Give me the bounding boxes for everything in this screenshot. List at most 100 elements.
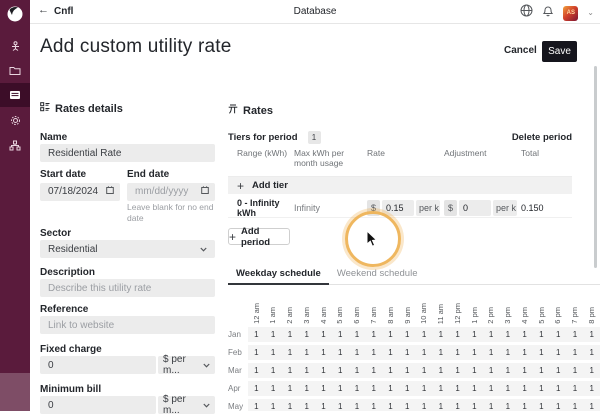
schedule-cell[interactable]: 1 xyxy=(248,363,265,378)
schedule-cell[interactable]: 1 xyxy=(466,363,483,378)
schedule-cell[interactable]: 1 xyxy=(382,381,399,396)
delete-period-button[interactable]: Delete period xyxy=(512,132,572,143)
schedule-cell[interactable]: 1 xyxy=(382,399,399,411)
schedule-cell[interactable]: 1 xyxy=(432,363,449,378)
minimum-bill-unit-select[interactable]: $ per m... xyxy=(158,396,215,414)
sidebar-item-database[interactable] xyxy=(0,83,30,107)
tab-weekend-schedule[interactable]: Weekend schedule xyxy=(329,264,426,285)
schedule-cell[interactable]: 1 xyxy=(533,345,550,360)
schedule-cell[interactable]: 1 xyxy=(466,327,483,342)
schedule-cell[interactable]: 1 xyxy=(365,381,382,396)
schedule-cell[interactable]: 1 xyxy=(248,399,265,411)
end-date-field[interactable] xyxy=(127,181,215,201)
schedule-cell[interactable]: 1 xyxy=(315,327,332,342)
app-logo-icon[interactable] xyxy=(7,6,23,22)
schedule-cell[interactable]: 1 xyxy=(533,381,550,396)
schedule-cell[interactable]: 1 xyxy=(466,345,483,360)
schedule-cell[interactable]: 1 xyxy=(583,399,600,411)
schedule-cell[interactable]: 1 xyxy=(483,399,500,411)
schedule-cell[interactable]: 1 xyxy=(332,381,349,396)
schedule-cell[interactable]: 1 xyxy=(298,363,315,378)
schedule-cell[interactable]: 1 xyxy=(265,399,282,411)
schedule-cell[interactable]: 1 xyxy=(399,327,416,342)
schedule-cell[interactable]: 1 xyxy=(298,381,315,396)
fixed-charge-input[interactable] xyxy=(40,356,156,374)
avatar[interactable]: AS xyxy=(563,6,578,21)
schedule-cell[interactable]: 1 xyxy=(365,399,382,411)
schedule-cell[interactable]: 1 xyxy=(282,363,299,378)
schedule-cell[interactable]: 1 xyxy=(416,363,433,378)
schedule-cell[interactable]: 1 xyxy=(332,345,349,360)
schedule-cell[interactable]: 1 xyxy=(516,363,533,378)
schedule-cell[interactable]: 1 xyxy=(282,327,299,342)
schedule-cell[interactable]: 1 xyxy=(567,363,584,378)
name-input[interactable] xyxy=(40,144,215,162)
schedule-cell[interactable]: 1 xyxy=(248,345,265,360)
schedule-cell[interactable]: 1 xyxy=(550,363,567,378)
schedule-cell[interactable]: 1 xyxy=(567,381,584,396)
schedule-cell[interactable]: 1 xyxy=(248,381,265,396)
add-tier-button[interactable]: + Add tier xyxy=(228,177,572,194)
schedule-cell[interactable]: 1 xyxy=(483,345,500,360)
description-input[interactable] xyxy=(40,279,215,297)
schedule-cell[interactable]: 1 xyxy=(499,363,516,378)
schedule-cell[interactable]: 1 xyxy=(349,381,366,396)
schedule-cell[interactable]: 1 xyxy=(382,345,399,360)
schedule-cell[interactable]: 1 xyxy=(332,327,349,342)
schedule-cell[interactable]: 1 xyxy=(298,345,315,360)
schedule-cell[interactable]: 1 xyxy=(298,327,315,342)
schedule-cell[interactable]: 1 xyxy=(499,381,516,396)
schedule-cell[interactable]: 1 xyxy=(432,345,449,360)
period-badge[interactable]: 1 xyxy=(308,131,321,144)
schedule-cell[interactable]: 1 xyxy=(466,381,483,396)
schedule-cell[interactable]: 1 xyxy=(449,345,466,360)
fixed-charge-unit-select[interactable]: $ per m... xyxy=(158,356,215,374)
schedule-cell[interactable]: 1 xyxy=(499,345,516,360)
schedule-cell[interactable]: 1 xyxy=(483,381,500,396)
schedule-cell[interactable]: 1 xyxy=(382,363,399,378)
schedule-cell[interactable]: 1 xyxy=(399,345,416,360)
adjustment-input[interactable] xyxy=(459,200,491,216)
sidebar-item-folder[interactable] xyxy=(0,59,30,83)
schedule-cell[interactable]: 1 xyxy=(449,399,466,411)
schedule-cell[interactable]: 1 xyxy=(499,399,516,411)
schedule-cell[interactable]: 1 xyxy=(449,327,466,342)
schedule-cell[interactable]: 1 xyxy=(282,381,299,396)
cancel-button[interactable]: Cancel xyxy=(504,45,537,56)
rate-input[interactable] xyxy=(382,200,414,216)
schedule-cell[interactable]: 1 xyxy=(382,327,399,342)
schedule-cell[interactable]: 1 xyxy=(282,345,299,360)
schedule-cell[interactable]: 1 xyxy=(516,399,533,411)
schedule-cell[interactable]: 1 xyxy=(432,327,449,342)
schedule-cell[interactable]: 1 xyxy=(365,363,382,378)
schedule-cell[interactable]: 1 xyxy=(349,363,366,378)
globe-icon[interactable] xyxy=(520,4,533,22)
schedule-cell[interactable]: 1 xyxy=(416,381,433,396)
schedule-cell[interactable]: 1 xyxy=(550,381,567,396)
schedule-cell[interactable]: 1 xyxy=(332,399,349,411)
minimum-bill-input[interactable] xyxy=(40,396,156,414)
schedule-cell[interactable]: 1 xyxy=(483,363,500,378)
schedule-cell[interactable]: 1 xyxy=(265,327,282,342)
chevron-down-icon[interactable]: ⌄ xyxy=(587,8,594,17)
sidebar-item-settings[interactable] xyxy=(0,108,30,132)
schedule-cell[interactable]: 1 xyxy=(567,327,584,342)
schedule-cell[interactable]: 1 xyxy=(583,363,600,378)
tab-weekday-schedule[interactable]: Weekday schedule xyxy=(228,264,329,285)
schedule-cell[interactable]: 1 xyxy=(550,399,567,411)
schedule-cell[interactable]: 1 xyxy=(349,345,366,360)
add-period-button[interactable]: + Add period xyxy=(228,228,290,245)
schedule-cell[interactable]: 1 xyxy=(349,399,366,411)
sidebar-item-org-chart[interactable] xyxy=(0,133,30,157)
schedule-cell[interactable]: 1 xyxy=(349,327,366,342)
schedule-cell[interactable]: 1 xyxy=(315,363,332,378)
schedule-cell[interactable]: 1 xyxy=(550,345,567,360)
save-button[interactable]: Save xyxy=(542,41,577,62)
schedule-cell[interactable]: 1 xyxy=(399,399,416,411)
schedule-cell[interactable]: 1 xyxy=(399,381,416,396)
calendar-icon[interactable] xyxy=(201,186,209,194)
bell-icon[interactable] xyxy=(542,4,554,22)
vertical-scrollbar[interactable] xyxy=(594,66,597,268)
schedule-cell[interactable]: 1 xyxy=(483,327,500,342)
sidebar-item-user[interactable] xyxy=(0,34,30,58)
